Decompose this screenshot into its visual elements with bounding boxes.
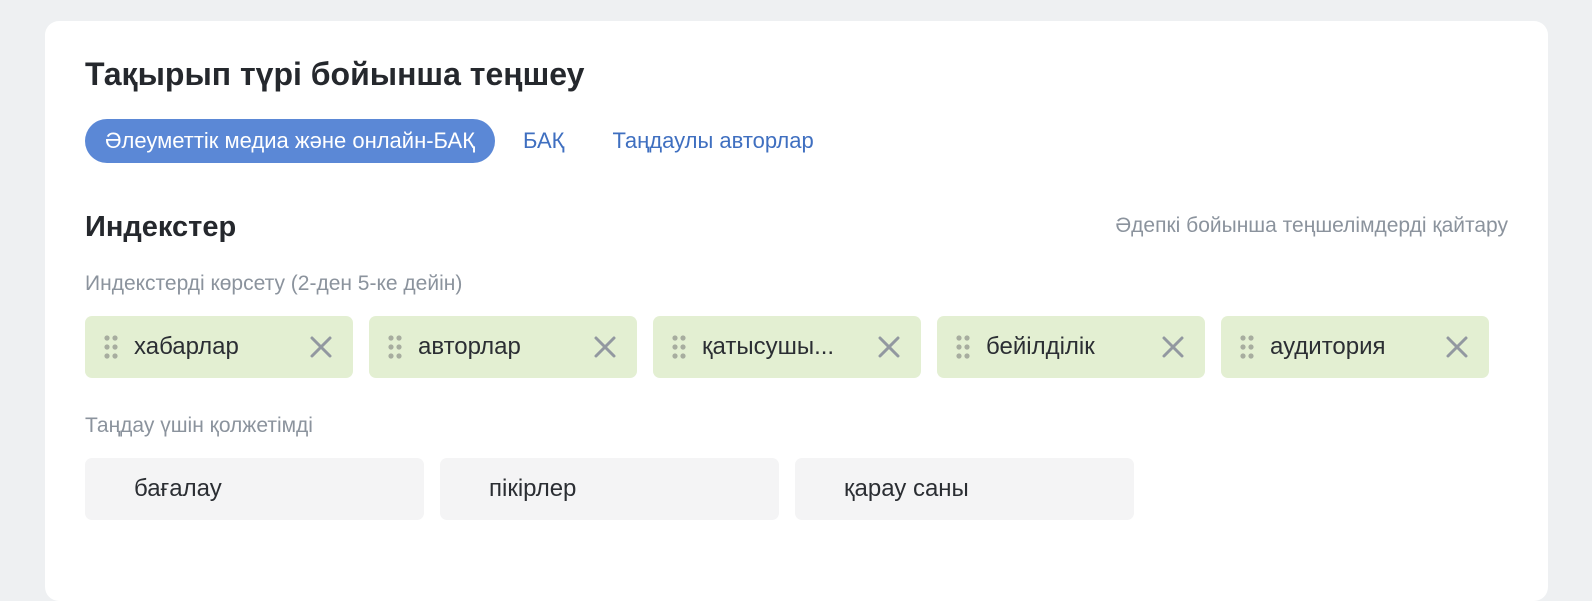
drag-handle-icon[interactable] (387, 334, 403, 360)
section-title-indices: Индекстер (85, 211, 237, 243)
drag-handle-icon[interactable] (103, 334, 119, 360)
drag-handle-icon[interactable] (955, 334, 971, 360)
reset-defaults-link[interactable]: Әдепкі бойынша теңшелімдерді қайтару (1115, 214, 1508, 238)
source-type-tabs: Әлеуметтік медиа және онлайн-БАҚ БАҚ Таң… (85, 119, 814, 163)
selected-index-chip[interactable]: қатысушы... (653, 316, 921, 378)
close-icon[interactable] (309, 335, 333, 359)
settings-card: Тақырып түрі бойынша теңшеу Әлеуметтік м… (45, 21, 1548, 601)
chip-label: авторлар (418, 333, 521, 360)
chip-label: қатысушы... (702, 333, 835, 360)
chip-label: қарау саны (844, 475, 969, 502)
selected-indices-label: Индекстерді көрсету (2-ден 5-ке дейін) (85, 272, 463, 295)
close-icon[interactable] (593, 335, 617, 359)
selected-index-chip[interactable]: хабарлар (85, 316, 353, 378)
tab-social-media[interactable]: Әлеуметтік медиа және онлайн-БАҚ (85, 119, 496, 163)
chip-label: аудитория (1270, 333, 1386, 360)
tab-favorite-authors[interactable]: Таңдаулы авторлар (612, 119, 813, 163)
drag-handle-icon[interactable] (671, 334, 687, 360)
available-index-chip[interactable]: пікірлер (440, 458, 779, 520)
card-title: Тақырып түрі бойынша теңшеу (85, 56, 585, 92)
chip-label: бейілділік (986, 333, 1095, 360)
close-icon[interactable] (877, 335, 901, 359)
available-index-chip[interactable]: қарау саны (795, 458, 1134, 520)
selected-indices-list: хабарлар авторлар қатысушы... бейілділік… (85, 316, 1489, 378)
close-icon[interactable] (1445, 335, 1469, 359)
drag-handle-icon[interactable] (1239, 334, 1255, 360)
selected-index-chip[interactable]: аудитория (1221, 316, 1489, 378)
available-indices-label: Таңдау үшін қолжетімді (85, 414, 313, 437)
selected-index-chip[interactable]: авторлар (369, 316, 637, 378)
chip-label: пікірлер (489, 475, 577, 502)
available-index-chip[interactable]: бағалау (85, 458, 424, 520)
available-indices-list: бағалау пікірлер қарау саны (85, 458, 1150, 520)
chip-label: бағалау (134, 475, 222, 502)
close-icon[interactable] (1161, 335, 1185, 359)
tab-media[interactable]: БАҚ (523, 119, 564, 163)
chip-label: хабарлар (134, 333, 239, 360)
selected-index-chip[interactable]: бейілділік (937, 316, 1205, 378)
